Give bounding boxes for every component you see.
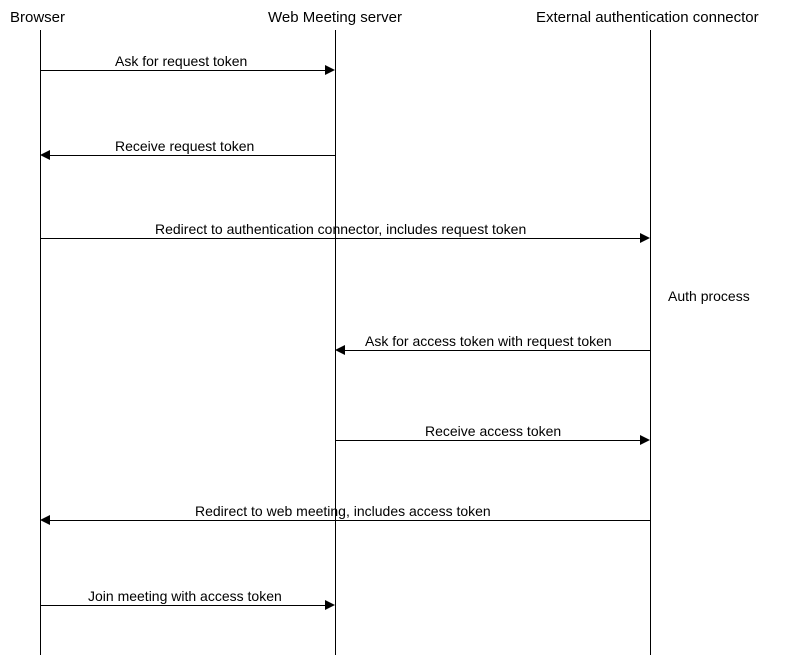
- sequence-diagram: Browser Web Meeting server External auth…: [0, 0, 789, 660]
- msg-label-4: Ask for access token with request token: [365, 333, 612, 349]
- participant-connector: External authentication connector: [536, 9, 759, 26]
- lifeline-connector: [650, 30, 651, 655]
- msg-arrow-2: [50, 155, 335, 156]
- side-note-auth: Auth process: [668, 288, 750, 304]
- arrow-head-2: [40, 150, 50, 160]
- msg-arrow-5: [335, 440, 640, 441]
- arrow-head-4: [335, 345, 345, 355]
- msg-arrow-7: [40, 605, 325, 606]
- participant-server: Web Meeting server: [268, 9, 402, 26]
- msg-label-6: Redirect to web meeting, includes access…: [195, 503, 491, 519]
- msg-arrow-4: [345, 350, 650, 351]
- arrow-head-3: [640, 233, 650, 243]
- participant-browser: Browser: [10, 9, 65, 26]
- msg-label-7: Join meeting with access token: [88, 588, 282, 604]
- arrow-head-1: [325, 65, 335, 75]
- msg-arrow-6: [50, 520, 650, 521]
- msg-label-1: Ask for request token: [115, 53, 247, 69]
- msg-arrow-1: [40, 70, 325, 71]
- msg-label-3: Redirect to authentication connector, in…: [155, 221, 526, 237]
- arrow-head-7: [325, 600, 335, 610]
- msg-label-2: Receive request token: [115, 138, 254, 154]
- lifeline-browser: [40, 30, 41, 655]
- msg-label-5: Receive access token: [425, 423, 561, 439]
- msg-arrow-3: [40, 238, 640, 239]
- arrow-head-6: [40, 515, 50, 525]
- arrow-head-5: [640, 435, 650, 445]
- lifeline-server: [335, 30, 336, 655]
